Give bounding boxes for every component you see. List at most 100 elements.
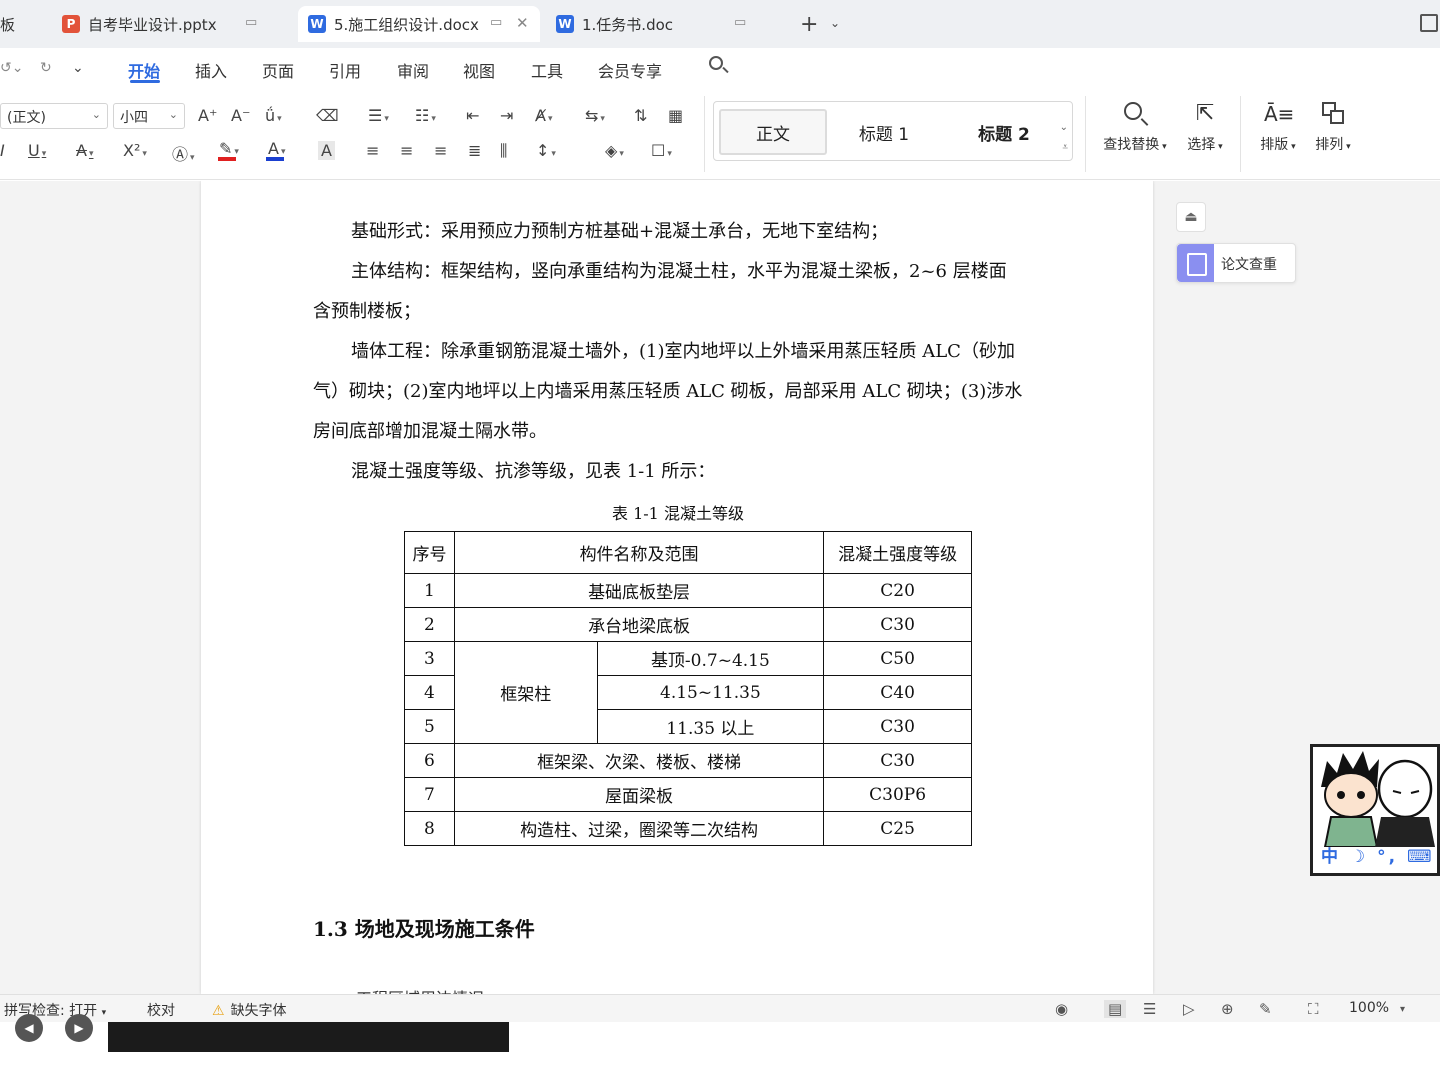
chevron-down-icon[interactable]: ⌄: [1060, 122, 1068, 133]
plagiarism-check-button[interactable]: 论文查重: [1176, 243, 1296, 283]
font-size-select[interactable]: 小四 ⌄: [113, 103, 185, 129]
play-icon[interactable]: ▷: [1183, 1000, 1195, 1018]
border-icon[interactable]: ☐ ▾: [651, 141, 672, 160]
web-view-icon[interactable]: ⊕: [1221, 1000, 1234, 1018]
table-caption[interactable]: 表 1-1 混凝土等级: [612, 500, 744, 524]
increase-indent-icon[interactable]: ⇥: [500, 106, 513, 125]
doc-paragraph[interactable]: 气）砌块；(2)室内地坪以上内墙采用蒸压轻质 ALC 砌板，局部采用 ALC 砌…: [313, 372, 1053, 412]
menu-view[interactable]: 视图: [463, 58, 495, 82]
table-lines-icon[interactable]: ▦: [668, 106, 683, 125]
font-name-select[interactable]: (正文) ⌄: [0, 103, 108, 129]
play-icon[interactable]: ▶: [65, 1014, 93, 1042]
menu-references[interactable]: 引用: [329, 58, 361, 82]
close-tab-icon[interactable]: ✕: [516, 14, 529, 32]
table-cell-no[interactable]: 1: [404, 573, 455, 608]
menu-review[interactable]: 审阅: [397, 58, 429, 82]
table-cell-grade[interactable]: C30: [823, 709, 972, 744]
new-tab-icon[interactable]: +: [800, 12, 818, 37]
table-cell-grade[interactable]: C30: [823, 607, 972, 642]
style-heading-2[interactable]: 标题 2: [959, 109, 1049, 155]
zoom-level[interactable]: 100%: [1349, 1000, 1389, 1016]
italic-icon[interactable]: I: [0, 141, 5, 160]
table-cell-no[interactable]: 4: [404, 675, 455, 710]
table-cell-grade[interactable]: C30: [823, 743, 972, 778]
decrease-indent-icon[interactable]: ⇤: [466, 106, 479, 125]
page-view-icon[interactable]: ▤: [1104, 1000, 1127, 1018]
phonetic-guide-icon[interactable]: ǘ ▾: [265, 106, 282, 125]
menu-insert[interactable]: 插入: [195, 58, 227, 82]
align-right-icon[interactable]: ≡: [434, 141, 447, 160]
proofread-button[interactable]: 校对: [147, 1000, 175, 1020]
outline-view-icon[interactable]: ☰: [1143, 1000, 1156, 1018]
table-header-cell[interactable]: 混凝土强度等级: [823, 531, 972, 574]
grow-font-icon[interactable]: A⁺: [198, 106, 217, 125]
search-icon[interactable]: [709, 56, 723, 70]
table-cell-no[interactable]: 7: [404, 777, 455, 812]
table-header-cell[interactable]: 构件名称及范围: [453, 531, 825, 574]
table-cell-grade[interactable]: C40: [823, 675, 972, 710]
pen-icon[interactable]: ✎: [1259, 1000, 1272, 1018]
align-left-icon[interactable]: ≡: [366, 141, 379, 160]
eye-icon[interactable]: ◉: [1055, 1000, 1068, 1018]
align-center-icon[interactable]: ≡: [400, 141, 413, 160]
expand-gallery-icon[interactable]: ⩡: [1062, 142, 1068, 153]
chevron-down-icon[interactable]: ⌄: [72, 60, 84, 76]
table-cell-grade[interactable]: C50: [823, 641, 972, 676]
table-cell-no[interactable]: 8: [404, 811, 455, 846]
window-layout-icon[interactable]: [1420, 14, 1438, 32]
doc-paragraph[interactable]: 墙体工程：除承重钢筋混凝土墙外，(1)室内地坪以上外墙采用蒸压轻质 ALC（砂加: [351, 332, 1091, 372]
collapse-panel-icon[interactable]: ⏏: [1176, 202, 1206, 232]
doc-paragraph[interactable]: 基础形式：采用预应力预制方桩基础+混凝土承台，无地下室结构；: [351, 212, 1091, 252]
table-cell-name[interactable]: 基础底板垫层: [453, 573, 825, 608]
doc-paragraph[interactable]: 混凝土强度等级、抗渗等级，见表 1-1 所示：: [351, 452, 1091, 492]
concrete-grade-table[interactable]: 序号 构件名称及范围 混凝土强度等级 1 基础底板垫层 C20 2 承台地梁底板…: [404, 531, 972, 846]
missing-font-button[interactable]: ⚠ 缺失字体: [212, 1000, 287, 1020]
font-color-icon[interactable]: A ▾: [268, 139, 285, 158]
ime-status[interactable]: 中 ☽ °, ⌨: [1321, 842, 1435, 867]
convert-icon[interactable]: ⇆ ▾: [585, 106, 605, 125]
table-cell-name[interactable]: 承台地梁底板: [453, 607, 825, 642]
float-window-icon[interactable]: ▭: [734, 15, 746, 30]
ime-avatar-widget[interactable]: 中 ☽ °, ⌨: [1310, 744, 1440, 876]
arrange-button[interactable]: 排列 ▾: [1311, 100, 1355, 154]
fit-page-icon[interactable]: ⛶: [1308, 1000, 1319, 1018]
doc-paragraph[interactable]: 主体结构：框架结构，竖向承重结构为混凝土柱，水平为混凝土梁板，2~6 层楼面: [351, 252, 1091, 292]
numbered-list-icon[interactable]: ☷ ▾: [415, 106, 436, 125]
table-cell-no[interactable]: 5: [404, 709, 455, 744]
table-cell-name[interactable]: 构造柱、过梁，圈梁等二次结构: [453, 811, 825, 846]
underline-icon[interactable]: U ▾: [28, 141, 46, 160]
section-heading[interactable]: 1.3 场地及现场施工条件: [313, 913, 535, 942]
table-cell-grade[interactable]: C20: [823, 573, 972, 608]
justify-icon[interactable]: ≣: [468, 141, 481, 160]
table-cell-grade[interactable]: C30P6: [823, 777, 972, 812]
float-window-icon[interactable]: ▭: [490, 15, 502, 30]
highlight-icon[interactable]: ✎ ▾: [219, 139, 239, 158]
table-header-cell[interactable]: 序号: [404, 531, 455, 574]
doc-paragraph[interactable]: 房间底部增加混凝土隔水带。: [313, 412, 1053, 452]
sort-icon[interactable]: ⇅: [634, 106, 647, 125]
menu-page[interactable]: 页面: [262, 58, 294, 82]
table-cell-no[interactable]: 2: [404, 607, 455, 642]
chevron-down-icon[interactable]: ⌄: [830, 16, 840, 30]
shading-icon[interactable]: ◈ ▾: [605, 141, 624, 160]
undo-icon[interactable]: ↺⌄: [0, 60, 23, 76]
superscript-icon[interactable]: X² ▾: [123, 141, 147, 160]
chevron-down-icon[interactable]: ▾: [1400, 1004, 1405, 1015]
text-effect-icon[interactable]: Ⓐ ▾: [172, 141, 195, 165]
table-cell-name[interactable]: 屋面梁板: [453, 777, 825, 812]
shrink-font-icon[interactable]: A⁻: [231, 106, 250, 125]
line-spacing-icon[interactable]: ↕ ▾: [536, 141, 556, 160]
style-heading-1[interactable]: 标题 1: [839, 109, 929, 155]
style-normal[interactable]: 正文: [719, 109, 827, 155]
bullet-list-icon[interactable]: ☰ ▾: [368, 106, 389, 125]
table-cell-name[interactable]: 基顶-0.7~4.15: [596, 641, 825, 676]
prev-icon[interactable]: ◀: [15, 1014, 43, 1042]
char-shading-icon[interactable]: A: [318, 141, 335, 160]
select-button[interactable]: ⇱ 选择 ▾: [1182, 100, 1228, 154]
find-replace-button[interactable]: 查找替换 ▾: [1099, 100, 1171, 154]
menu-home[interactable]: 开始: [128, 58, 160, 82]
text-direction-icon[interactable]: Ⱥ ▾: [535, 106, 552, 125]
tab-pptx[interactable]: P 自考毕业设计.pptx ▭: [52, 6, 292, 42]
distributed-icon[interactable]: ⫼: [500, 141, 507, 161]
table-cell-group[interactable]: 框架柱: [453, 641, 598, 744]
